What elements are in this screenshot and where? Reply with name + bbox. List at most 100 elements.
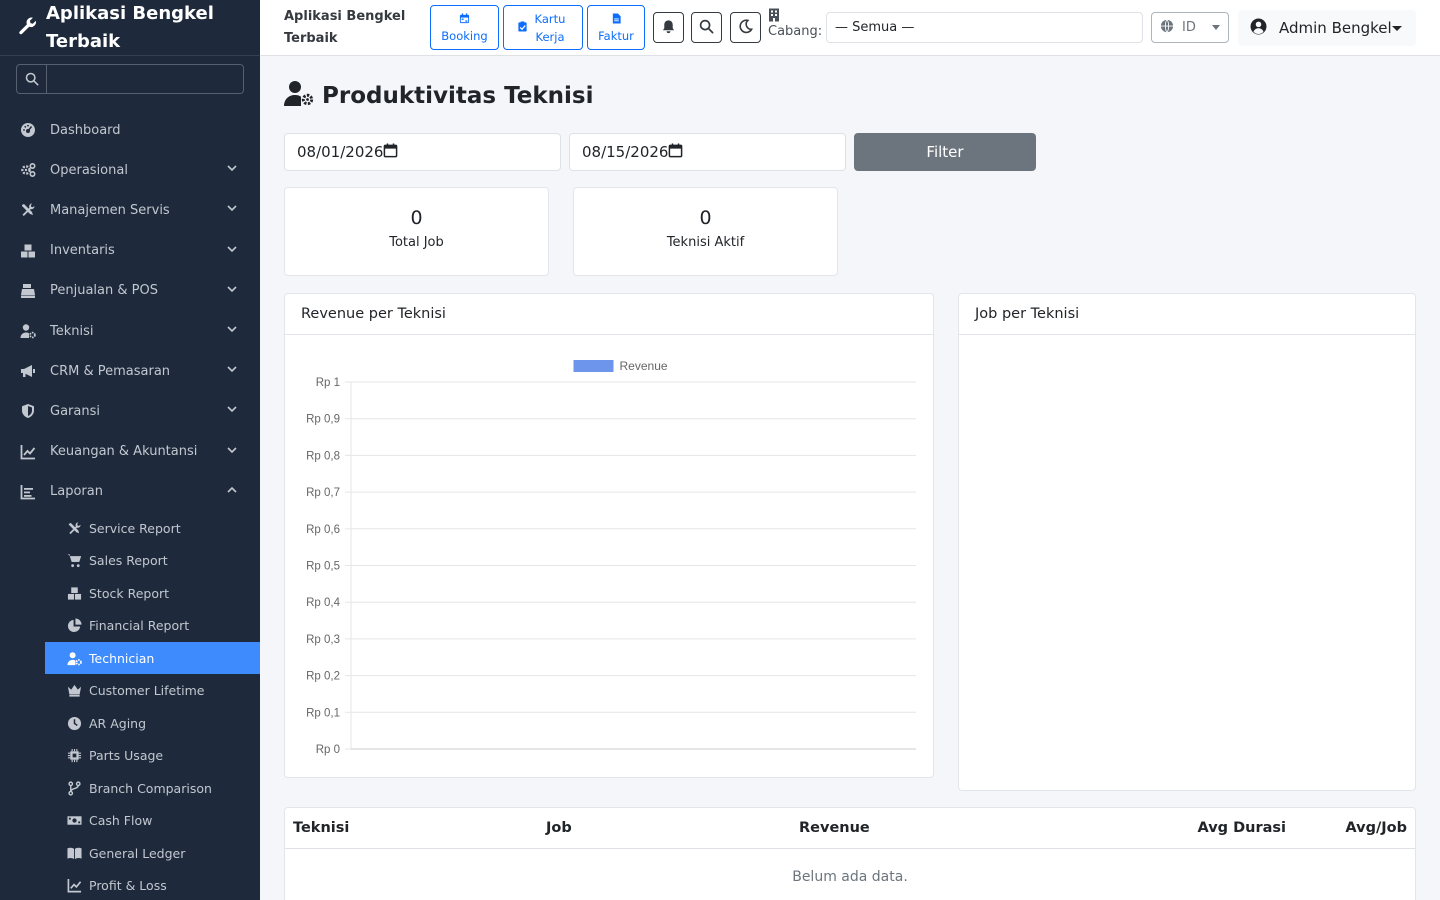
user-menu[interactable]: Admin Bengkel: [1238, 10, 1416, 46]
date-to-value: 08/15/2026: [582, 143, 669, 161]
topbar: Aplikasi Bengkel Terbaik Booking Kartu K…: [260, 0, 1440, 56]
search-icon: [17, 65, 47, 93]
sidebar-item-ar-aging[interactable]: AR Aging: [45, 707, 260, 740]
chevron-down-icon: [226, 202, 238, 218]
sidebar-item-garansi[interactable]: Garansi: [0, 391, 260, 431]
sidebar-item-profit-loss[interactable]: Profit & Loss: [45, 869, 260, 900]
sidebar-item-customer-lifetime[interactable]: Customer Lifetime: [45, 674, 260, 707]
sidebar-item-crm-pemasaran[interactable]: CRM & Pemasaran: [0, 351, 260, 391]
y-tick-label: Rp 0,3: [306, 634, 340, 646]
sidebar-item-stock-report[interactable]: Stock Report: [45, 577, 260, 610]
chart-line-icon: [67, 878, 83, 894]
search-button[interactable]: [691, 12, 722, 43]
y-tick-label: Rp 0: [316, 744, 340, 756]
sidebar-item-label: Profit & Loss: [89, 878, 167, 894]
chevron-down-icon: [226, 243, 238, 259]
user-cog-icon: [67, 650, 83, 666]
calendar-icon[interactable]: [668, 142, 683, 162]
sidebar-item-financial-report[interactable]: Financial Report: [45, 609, 260, 642]
brand[interactable]: Aplikasi Bengkel Terbaik: [0, 0, 260, 56]
sidebar-item-label: Customer Lifetime: [89, 683, 205, 699]
sidebar-item-label: AR Aging: [89, 715, 147, 731]
user-name: Admin Bengkel: [1279, 19, 1392, 37]
sidebar-item-label: Teknisi: [50, 323, 94, 339]
sidebar-item-teknisi[interactable]: Teknisi: [0, 311, 260, 351]
boxes-icon: [67, 585, 83, 601]
sidebar-search-input[interactable]: [47, 65, 243, 93]
y-tick-label: Rp 0,1: [306, 707, 340, 719]
tools-icon: [67, 520, 83, 536]
sidebar-item-dashboard[interactable]: Dashboard: [0, 110, 260, 150]
search-icon: [699, 19, 714, 37]
revenue-chart: Rp 0 Rp 0,1 Rp 0,2 Rp 0,3 Rp 0,4 Rp 0,5 Rp 0,6…: [306, 359, 916, 756]
date-from-value: 08/01/2026: [297, 143, 384, 161]
dashboard-icon: [20, 122, 40, 138]
cabang-text: Cabang:: [768, 24, 823, 39]
legend-swatch: [573, 360, 614, 372]
sidebar-item-general-ledger[interactable]: General Ledger: [45, 837, 260, 870]
sidebar-item-branch-comparison[interactable]: Branch Comparison: [45, 772, 260, 805]
chevron-down-icon: [226, 444, 238, 460]
sidebar-item-label: Keuangan & Akuntansi: [50, 444, 198, 460]
dark-mode-button[interactable]: [730, 12, 761, 43]
main-content: Produktivitas Teknisi 08/01/2026 08/15/2…: [260, 56, 1440, 900]
stat-label: Teknisi Aktif: [666, 235, 745, 250]
col-header-teknisi[interactable]: Teknisi: [285, 820, 538, 836]
kartu-kerja-button[interactable]: Kartu Kerja: [503, 5, 583, 50]
page-title: Produktivitas Teknisi: [284, 80, 593, 112]
chevron-down-icon: [226, 403, 238, 419]
sidebar-item-cash-flow[interactable]: Cash Flow: [45, 804, 260, 837]
sidebar-item-label: Parts Usage: [89, 748, 164, 764]
money-icon: [67, 813, 83, 829]
y-tick-label: Rp 0,2: [306, 671, 340, 683]
language-select[interactable]: ID: [1151, 12, 1229, 43]
col-header-avg-job[interactable]: Avg/Job: [1294, 820, 1415, 836]
calendar-icon: [459, 12, 470, 28]
sidebar-item-inventaris[interactable]: Inventaris: [0, 231, 260, 271]
col-header-avg-durasi[interactable]: Avg Durasi: [1044, 820, 1294, 836]
user-cog-icon: [284, 80, 322, 112]
calendar-icon[interactable]: [383, 142, 398, 162]
sidebar-item-label: Inventaris: [50, 243, 115, 259]
stat-total-job: 0 Total Job: [284, 187, 549, 276]
col-header-revenue[interactable]: Revenue: [791, 820, 1044, 836]
y-tick-label: Rp 0,7: [306, 487, 340, 499]
sidebar-item-manajemen-servis[interactable]: Manajemen Servis: [0, 190, 260, 230]
report-chart-icon: [20, 484, 40, 500]
caret-down-icon: [1392, 25, 1402, 31]
branch-select-value: — Semua —: [835, 20, 915, 35]
date-from-input[interactable]: 08/01/2026: [284, 133, 561, 171]
sidebar-item-operasional[interactable]: Operasional: [0, 150, 260, 190]
y-tick-label: Rp 1: [316, 377, 340, 389]
chart-line-icon: [20, 444, 40, 460]
cogs-icon: [20, 162, 40, 178]
laporan-submenu: Service Report Sales Report Stock Report…: [0, 512, 260, 900]
booking-button[interactable]: Booking: [430, 5, 499, 50]
chevron-up-icon: [226, 484, 238, 500]
sidebar-item-technician[interactable]: Technician: [45, 641, 260, 675]
filter-button[interactable]: Filter: [854, 133, 1036, 171]
sidebar-item-keuangan-akuntansi[interactable]: Keuangan & Akuntansi: [0, 432, 260, 472]
sidebar-item-label: Laporan: [50, 484, 103, 500]
y-tick-label: Rp 0,5: [306, 561, 340, 573]
sidebar-item-label: Dashboard: [50, 122, 121, 138]
date-to-input[interactable]: 08/15/2026: [569, 133, 846, 171]
sidebar-item-service-report[interactable]: Service Report: [45, 512, 260, 545]
sidebar-item-sales-report[interactable]: Sales Report: [45, 544, 260, 577]
file-icon: [611, 12, 622, 28]
branch-select[interactable]: — Semua —: [826, 12, 1143, 43]
sidebar-item-label: Sales Report: [89, 553, 168, 569]
notifications-button[interactable]: [653, 12, 684, 43]
sidebar-item-parts-usage[interactable]: Parts Usage: [45, 739, 260, 772]
sidebar-item-penjualan-pos[interactable]: Penjualan & POS: [0, 271, 260, 311]
wrench-icon: [18, 16, 46, 40]
crown-icon: [67, 683, 83, 699]
faktur-button[interactable]: Faktur: [587, 5, 645, 50]
shield-icon: [20, 403, 40, 419]
col-header-job[interactable]: Job: [538, 820, 791, 836]
sidebar-item-laporan[interactable]: Laporan: [0, 472, 260, 512]
chip-icon: [67, 748, 83, 764]
chevron-down-icon: [226, 323, 238, 339]
faktur-label: Faktur: [598, 28, 634, 43]
y-tick-label: Rp 0,4: [306, 597, 340, 609]
